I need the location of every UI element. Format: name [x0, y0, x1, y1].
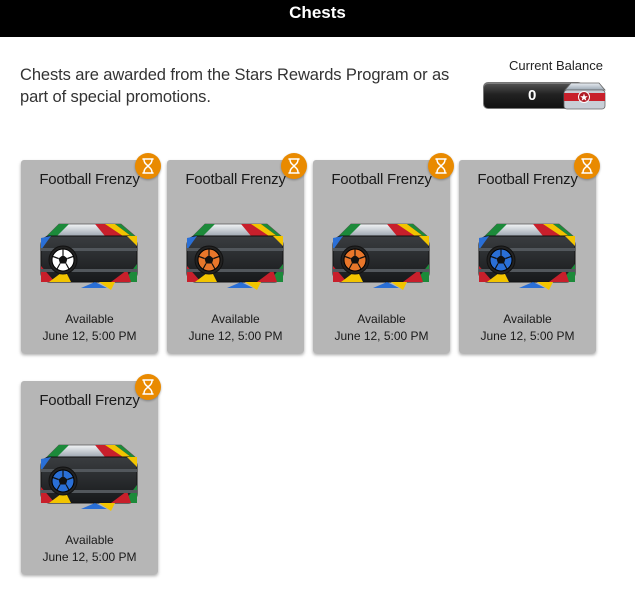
chest-status: Available [357, 312, 406, 326]
chest-image [332, 223, 430, 290]
chest-card[interactable]: Football Frenzy Available June 12, 5:00 … [21, 160, 158, 353]
chest-card[interactable]: Football Frenzy Available June 12, 5:00 … [313, 160, 450, 353]
intro-text: Chests are awarded from the Stars Reward… [20, 66, 450, 106]
chest-image [186, 223, 284, 290]
chest-status: Available [65, 533, 114, 547]
balance-chest-icon [563, 82, 606, 110]
chest-status: Available [65, 312, 114, 326]
hourglass-icon[interactable] [281, 153, 307, 179]
chest-image [478, 223, 576, 290]
chest-image [40, 444, 138, 511]
chest-status: Available [503, 312, 552, 326]
hourglass-icon[interactable] [135, 153, 161, 179]
chest-date: June 12, 5:00 PM [334, 329, 429, 343]
chest-card[interactable]: Football Frenzy Available June 12, 5:00 … [21, 381, 158, 574]
chest-card[interactable]: Football Frenzy Available June 12, 5:00 … [167, 160, 304, 353]
hourglass-icon[interactable] [574, 153, 600, 179]
balance-label: Current Balance [509, 58, 603, 73]
window-title: Chests [0, 0, 635, 37]
hourglass-icon[interactable] [135, 374, 161, 400]
chest-card[interactable]: Football Frenzy Available June 12, 5:00 … [459, 160, 596, 353]
chest-date: June 12, 5:00 PM [42, 550, 137, 564]
chest-date: June 12, 5:00 PM [42, 329, 137, 343]
chest-image [40, 223, 138, 290]
chest-date: June 12, 5:00 PM [188, 329, 283, 343]
chest-status: Available [211, 312, 260, 326]
hourglass-icon[interactable] [428, 153, 454, 179]
chest-date: June 12, 5:00 PM [480, 329, 575, 343]
balance-value: 0 [528, 87, 537, 104]
